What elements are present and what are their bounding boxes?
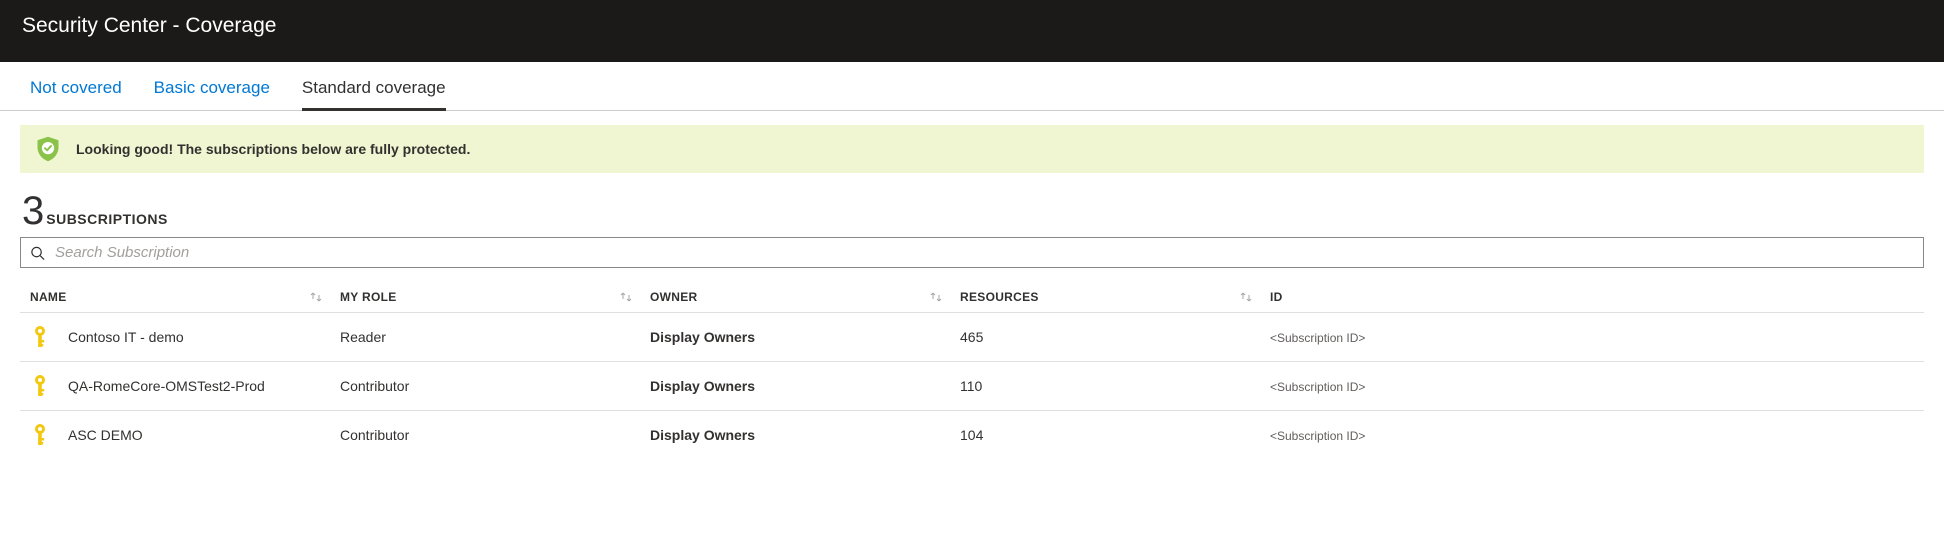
table-row[interactable]: QA-RomeCore-OMSTest2-Prod Contributor Di…: [20, 362, 1924, 411]
sort-icon: [1240, 291, 1252, 303]
column-name[interactable]: NAME: [20, 290, 340, 304]
tab-not-covered[interactable]: Not covered: [30, 72, 122, 111]
banner-message: Looking good! The subscriptions below ar…: [76, 141, 470, 157]
resources-value: 110: [960, 378, 1270, 394]
page-title: Security Center - Coverage: [22, 14, 276, 37]
column-resources[interactable]: RESOURCES: [960, 290, 1270, 304]
table-header: NAME MY ROLE OWNER: [20, 282, 1924, 313]
search-icon: [30, 245, 45, 260]
role-value: Contributor: [340, 427, 650, 443]
status-banner: Looking good! The subscriptions below ar…: [20, 125, 1924, 173]
search-input[interactable]: [20, 237, 1924, 268]
sort-icon: [930, 291, 942, 303]
column-my-role[interactable]: MY ROLE: [340, 290, 650, 304]
count-label: SUBSCRIPTIONS: [46, 211, 168, 227]
display-owners-link[interactable]: Display Owners: [650, 427, 755, 443]
subscription-id: <Subscription ID>: [1270, 331, 1365, 345]
subscription-name: QA-RomeCore-OMSTest2-Prod: [68, 378, 265, 394]
display-owners-link[interactable]: Display Owners: [650, 329, 755, 345]
subscription-name: Contoso IT - demo: [68, 329, 184, 345]
column-role-label: MY ROLE: [340, 290, 397, 304]
subscription-name: ASC DEMO: [68, 427, 143, 443]
subscription-count: 3 SUBSCRIPTIONS: [20, 191, 1924, 231]
column-name-label: NAME: [30, 290, 67, 304]
subscription-id: <Subscription ID>: [1270, 429, 1365, 443]
search-wrap: [20, 237, 1924, 268]
column-owner-label: OWNER: [650, 290, 698, 304]
resources-value: 465: [960, 329, 1270, 345]
tab-basic-coverage[interactable]: Basic coverage: [154, 72, 270, 111]
key-icon: [30, 325, 50, 349]
column-owner[interactable]: OWNER: [650, 290, 960, 304]
count-number: 3: [22, 191, 44, 231]
resources-value: 104: [960, 427, 1270, 443]
role-value: Reader: [340, 329, 650, 345]
sort-icon: [620, 291, 632, 303]
coverage-tabs: Not covered Basic coverage Standard cove…: [0, 62, 1944, 111]
page-header: Security Center - Coverage: [0, 0, 1944, 62]
subscriptions-table: NAME MY ROLE OWNER: [20, 282, 1924, 459]
display-owners-link[interactable]: Display Owners: [650, 378, 755, 394]
table-row[interactable]: ASC DEMO Contributor Display Owners 104 …: [20, 411, 1924, 459]
key-icon: [30, 423, 50, 447]
role-value: Contributor: [340, 378, 650, 394]
key-icon: [30, 374, 50, 398]
shield-check-icon: [34, 135, 62, 163]
column-id[interactable]: ID: [1270, 290, 1924, 304]
table-row[interactable]: Contoso IT - demo Reader Display Owners …: [20, 313, 1924, 362]
column-id-label: ID: [1270, 290, 1283, 304]
tab-standard-coverage[interactable]: Standard coverage: [302, 72, 446, 111]
subscription-id: <Subscription ID>: [1270, 380, 1365, 394]
sort-icon: [310, 291, 322, 303]
column-res-label: RESOURCES: [960, 290, 1039, 304]
